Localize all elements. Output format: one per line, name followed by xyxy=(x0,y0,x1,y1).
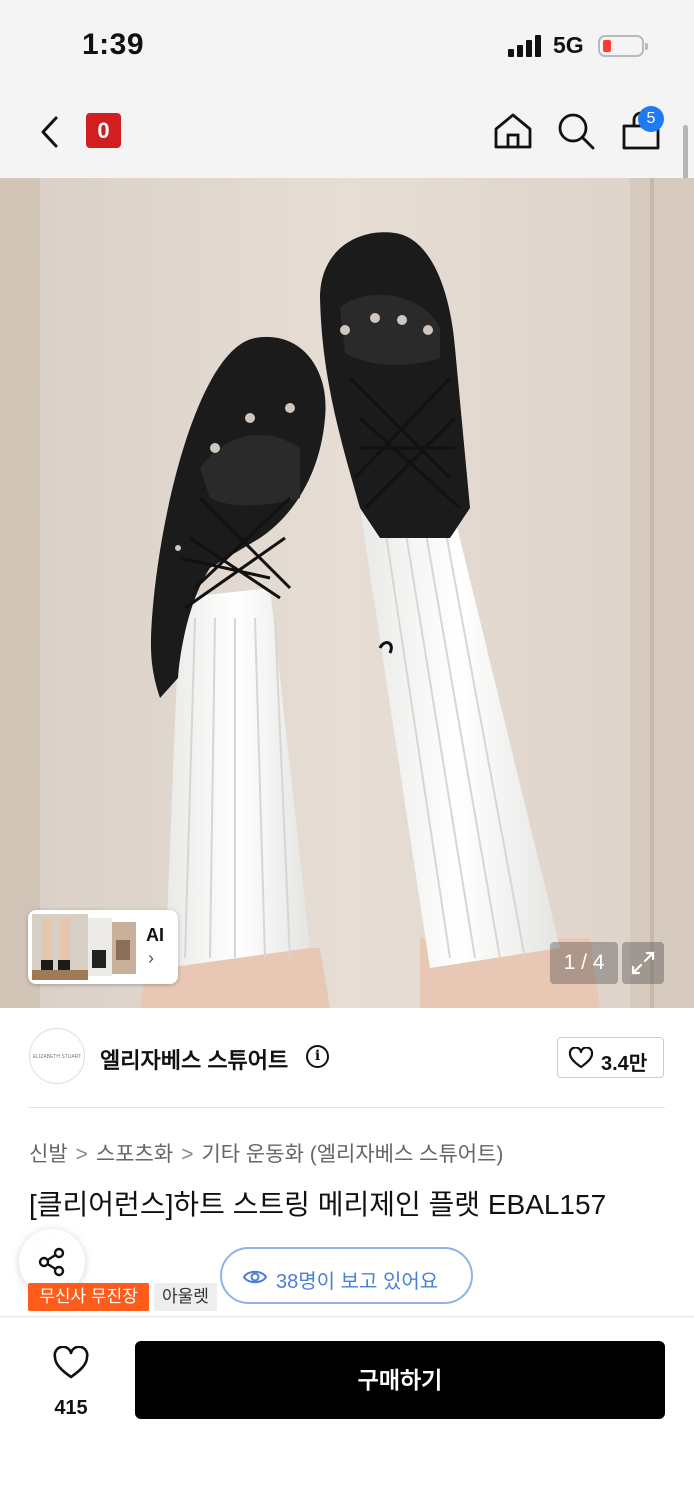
breadcrumb-item-shoes[interactable]: 신발 xyxy=(29,1143,68,1166)
like-count: 415 xyxy=(54,1397,88,1419)
heart-icon xyxy=(53,1346,89,1379)
brand-name[interactable]: 엘리자베스 스튜어트 xyxy=(100,1043,288,1075)
cart-count-badge: 5 xyxy=(638,106,664,132)
ai-thumbnail-strip[interactable]: AI › xyxy=(28,910,178,984)
breadcrumb-item-sports-shoes[interactable]: 스포츠화 xyxy=(96,1143,173,1166)
viewers-pill: 38명이 보고 있어요 xyxy=(220,1247,473,1304)
tag-outlet: 아울렛 xyxy=(154,1283,217,1311)
divider xyxy=(29,1107,665,1108)
back-arrow-icon[interactable] xyxy=(34,112,68,152)
search-icon[interactable] xyxy=(555,110,597,152)
thumbnail-images xyxy=(32,914,136,980)
product-image[interactable]: AI › 1 / 4 xyxy=(0,178,694,1008)
bottom-action-bar: 415 구매하기 xyxy=(0,1316,694,1500)
brand-row: ELIZABETH STUART 엘리자베스 스튜어트 i 3.4만 xyxy=(0,1008,694,1108)
battery-icon xyxy=(598,35,648,57)
status-bar: 1:39 5G xyxy=(0,0,694,90)
status-time: 1:39 xyxy=(82,28,145,61)
share-icon xyxy=(38,1247,65,1277)
chevron-right-icon: › xyxy=(148,948,154,968)
musinsa-logo[interactable]: 0 xyxy=(86,113,121,148)
signal-icon xyxy=(508,35,544,57)
like-button[interactable]: 415 xyxy=(40,1341,102,1421)
home-icon[interactable] xyxy=(492,110,534,152)
breadcrumb-item-other-sneakers[interactable]: 기타 운동화 (엘리자베스 스튜어트) xyxy=(201,1143,503,1166)
breadcrumb-separator: > xyxy=(181,1143,194,1166)
image-counter: 1 / 4 xyxy=(550,942,618,984)
ai-label: AI xyxy=(146,925,164,945)
product-photo xyxy=(0,178,694,1008)
brand-like-button[interactable]: 3.4만 xyxy=(557,1037,664,1078)
top-nav: 0 5 xyxy=(0,90,694,178)
tag-musinsa-mujinjang: 무신사 무진장 xyxy=(28,1283,149,1311)
viewers-text: 38명이 보고 있어요 xyxy=(276,1271,439,1293)
eye-icon xyxy=(242,1270,268,1284)
heart-icon xyxy=(568,1047,594,1069)
product-title-line1: [클리어런스]하트 스트링 메리제인 플랫 EBAL157 xyxy=(29,1189,607,1220)
breadcrumb: 신발 > 스포츠화 > 기타 운동화 (엘리자베스 스튜어트) xyxy=(29,1138,503,1168)
network-type: 5G xyxy=(553,32,584,58)
buy-button[interactable]: 구매하기 xyxy=(135,1341,665,1419)
brand-avatar[interactable]: ELIZABETH STUART xyxy=(29,1028,85,1084)
info-icon[interactable]: i xyxy=(306,1045,329,1068)
breadcrumb-separator: > xyxy=(75,1143,88,1166)
expand-icon[interactable] xyxy=(622,942,664,984)
brand-like-count: 3.4만 xyxy=(601,1053,648,1075)
